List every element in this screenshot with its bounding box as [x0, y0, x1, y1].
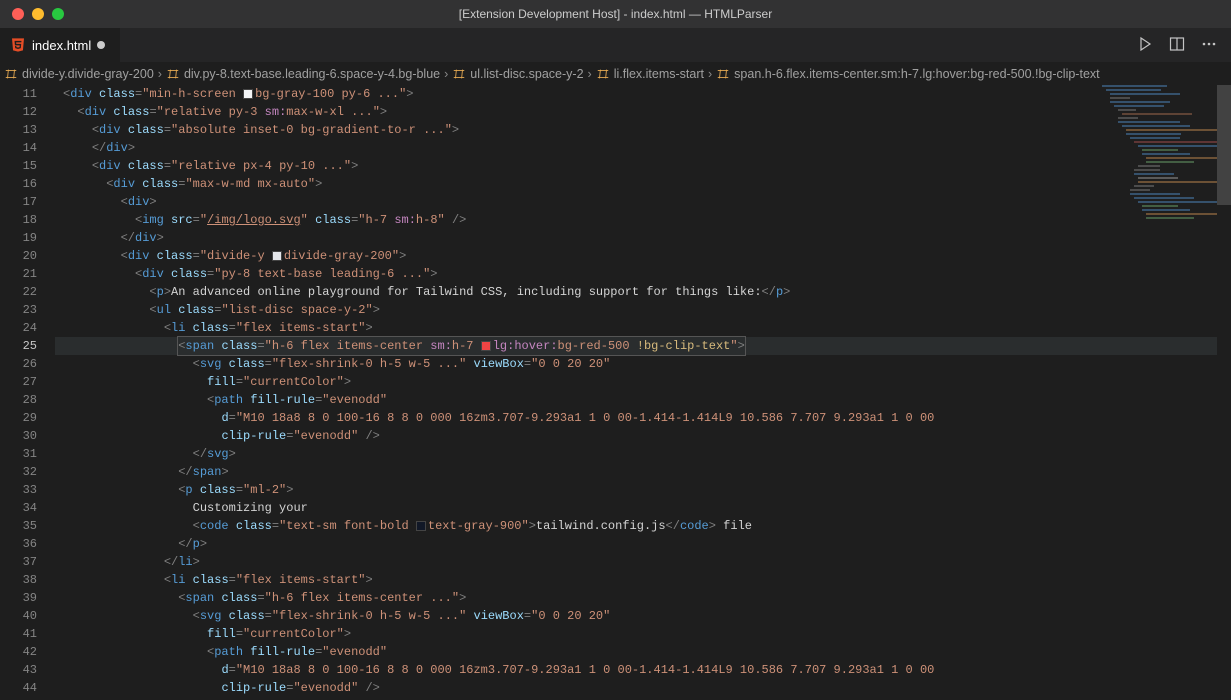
editor-actions — [1137, 28, 1231, 62]
editor: 1112131415161718192021222324252627282930… — [0, 85, 1231, 700]
titlebar: [Extension Development Host] - index.htm… — [0, 0, 1231, 28]
zoom-window-button[interactable] — [52, 8, 64, 20]
breadcrumb-symbol-icon — [716, 67, 730, 81]
breadcrumb-item[interactable]: div.py-8.text-base.leading-6.space-y-4.b… — [184, 67, 440, 81]
chevron-right-icon: › — [444, 67, 448, 81]
tab-index-html[interactable]: index.html — [0, 28, 120, 62]
tab-modified-indicator — [97, 41, 105, 49]
chevron-right-icon: › — [588, 67, 592, 81]
more-actions-icon[interactable] — [1201, 36, 1217, 55]
window-controls — [0, 8, 64, 20]
breadcrumb-symbol-icon — [596, 67, 610, 81]
breadcrumb-item[interactable]: li.flex.items-start — [614, 67, 704, 81]
close-window-button[interactable] — [12, 8, 24, 20]
html-file-icon — [10, 37, 26, 53]
chevron-right-icon: › — [708, 67, 712, 81]
breadcrumb-item[interactable]: divide-y.divide-gray-200 — [22, 67, 154, 81]
tab-filename: index.html — [32, 38, 91, 53]
split-editor-icon[interactable] — [1169, 36, 1185, 55]
vertical-scrollbar[interactable] — [1217, 85, 1231, 700]
chevron-right-icon: › — [158, 67, 162, 81]
scrollbar-thumb[interactable] — [1217, 85, 1231, 205]
line-number-gutter[interactable]: 1112131415161718192021222324252627282930… — [0, 85, 55, 700]
window-title: [Extension Development Host] - index.htm… — [459, 7, 772, 21]
code-area[interactable]: <div class="min-h-screen bg-gray-100 py-… — [55, 85, 1231, 700]
run-icon[interactable] — [1137, 36, 1153, 55]
breadcrumb[interactable]: divide-y.divide-gray-200 › div.py-8.text… — [0, 63, 1231, 85]
breadcrumb-item[interactable]: ul.list-disc.space-y-2 — [470, 67, 583, 81]
tab-bar: index.html — [0, 28, 1231, 63]
breadcrumb-symbol-icon — [166, 67, 180, 81]
minimize-window-button[interactable] — [32, 8, 44, 20]
breadcrumb-symbol-icon — [4, 67, 18, 81]
breadcrumb-symbol-icon — [452, 67, 466, 81]
breadcrumb-item[interactable]: span.h-6.flex.items-center.sm:h-7.lg:hov… — [734, 67, 1099, 81]
